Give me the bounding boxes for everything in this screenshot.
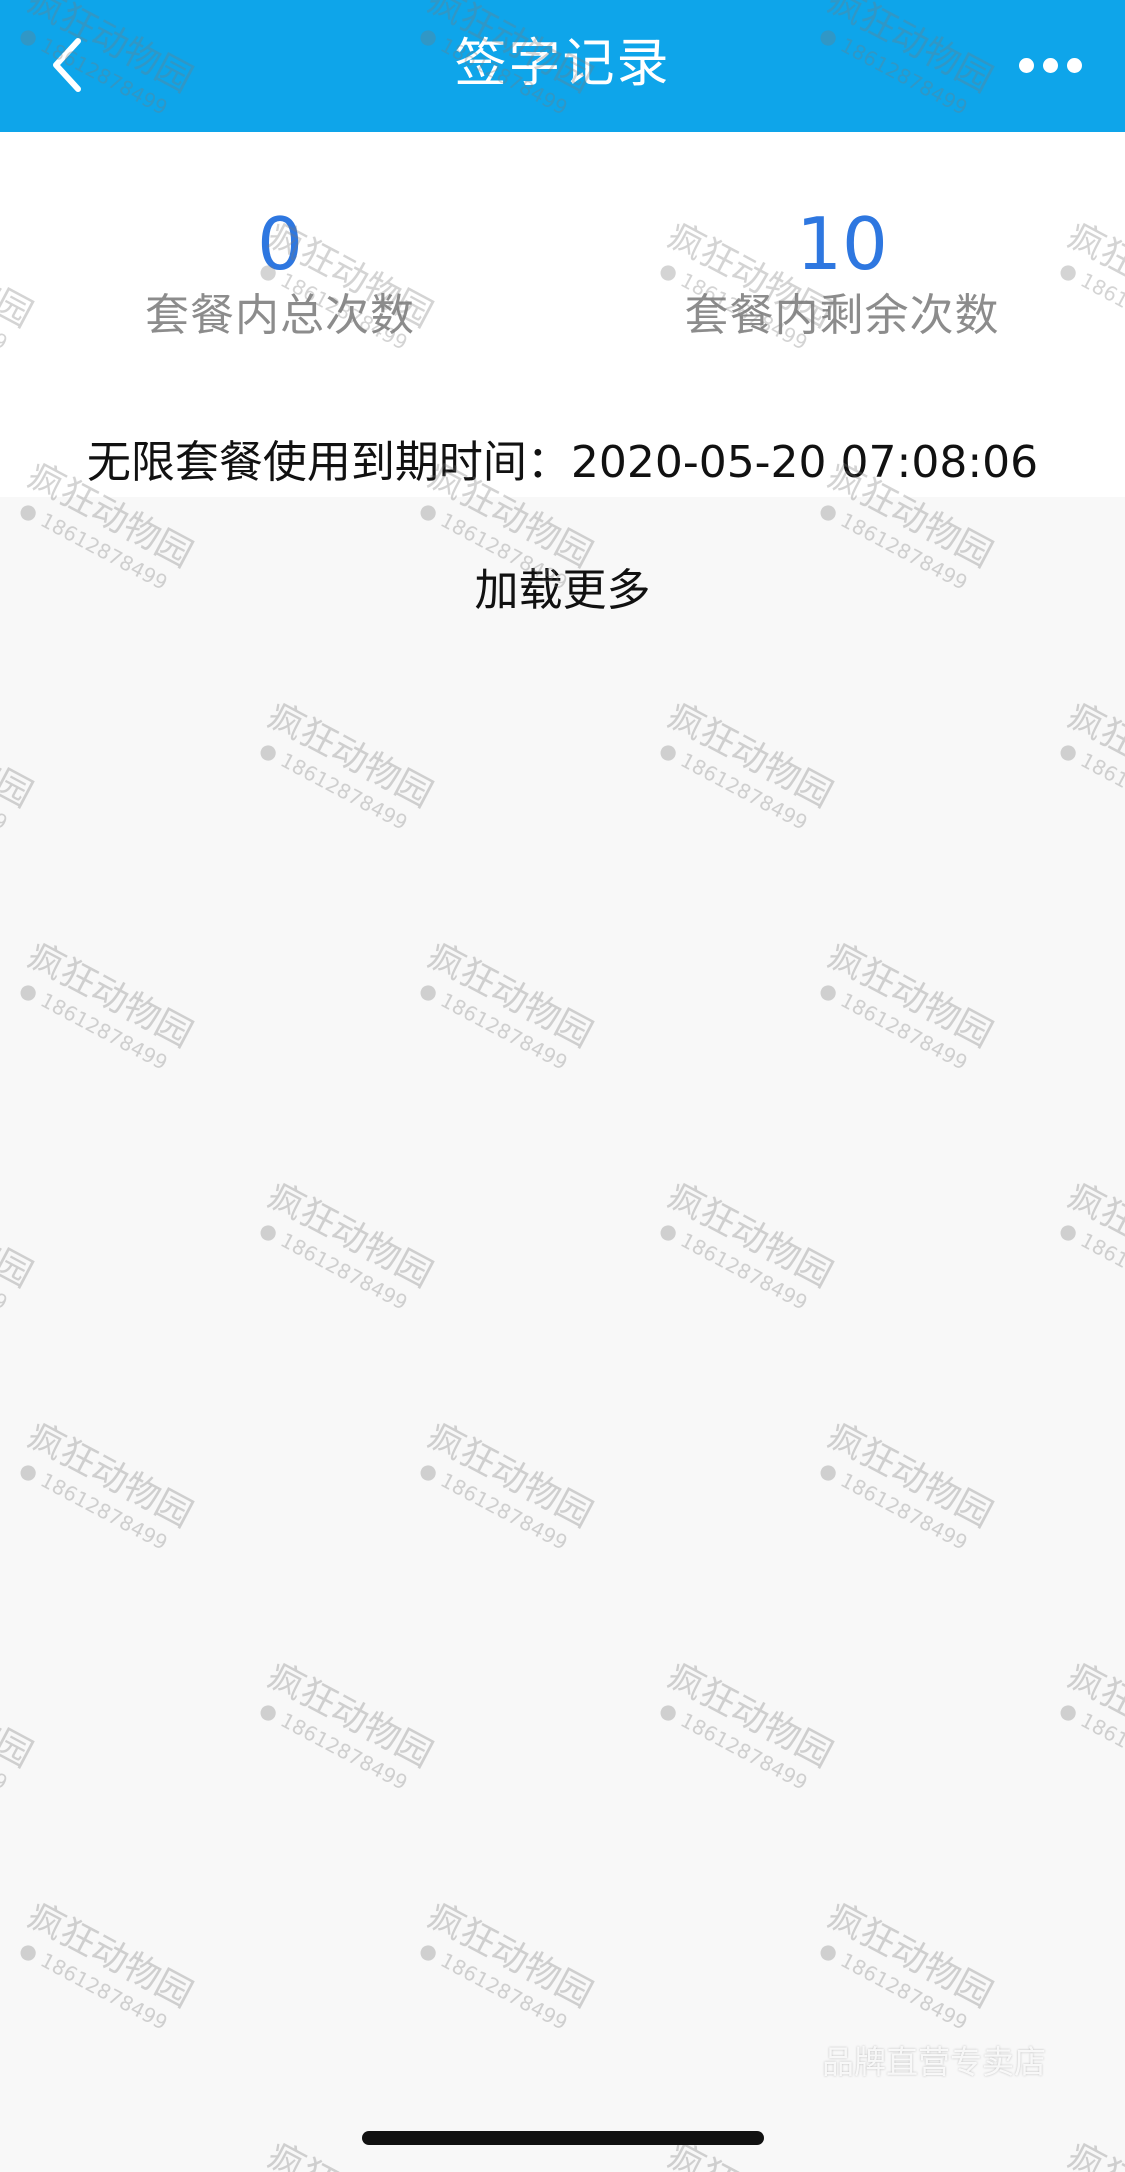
more-dot	[1066, 57, 1082, 73]
home-indicator[interactable]	[362, 2131, 764, 2145]
watermark: 疯狂动物园● 18612878499	[1048, 2135, 1125, 2172]
watermark: 疯狂动物园● 18612878499	[415, 1415, 599, 1555]
watermark: 疯狂动物园● 18612878499	[0, 695, 39, 835]
total-count-label: 套餐内总次数	[145, 290, 415, 341]
more-button[interactable]	[1005, 40, 1095, 90]
expiry-text: 无限套餐使用到期时间：2020-05-20 07:08:06	[86, 437, 1039, 488]
watermark: 疯狂动物园● 18612878499	[1055, 1655, 1125, 1795]
watermark: 疯狂动物园● 18612878499	[255, 695, 439, 835]
total-count-value: 0	[257, 202, 303, 286]
watermark: 疯狂动物园● 18612878499	[815, 935, 999, 1075]
more-dots-icon	[1018, 57, 1034, 73]
more-dot	[1042, 57, 1058, 73]
total-count-stat: 0 套餐内总次数	[70, 202, 490, 346]
watermark: 疯狂动物园● 18612878499	[815, 1895, 999, 2035]
page-title: 签字记录	[454, 34, 671, 94]
watermark: 疯狂动物园● 18612878499	[255, 1655, 439, 1795]
watermark: 疯狂动物园● 18612878499	[1055, 695, 1125, 835]
watermark: 疯狂动物园● 18612878499	[0, 1175, 39, 1315]
watermark: 疯狂动物园● 18612878499	[655, 1655, 839, 1795]
remaining-count-label: 套餐内剩余次数	[684, 290, 1000, 341]
watermark: 疯狂动物园● 18612878499	[655, 1175, 839, 1315]
watermark: 疯狂动物园● 18612878499	[255, 1175, 439, 1315]
watermark: 疯狂动物园● 18612878499	[655, 695, 839, 835]
watermark: 疯狂动物园● 18612878499	[15, 1895, 199, 2035]
watermark: 疯狂动物园● 18612878499	[415, 1895, 599, 2035]
remaining-count-value: 10	[796, 202, 888, 286]
watermark: 疯狂动物园● 18612878499	[15, 935, 199, 1075]
watermark: 疯狂动物园● 18612878499	[415, 935, 599, 1075]
remaining-count-stat: 10 套餐内剩余次数	[632, 202, 1052, 346]
store-badge: 品牌直营专卖店	[822, 2043, 1047, 2081]
watermark: 疯狂动物园● 18612878499	[1055, 1175, 1125, 1315]
nav-bar: 签字记录	[0, 0, 1125, 132]
watermark: 疯狂动物园● 18612878499	[0, 1655, 39, 1795]
watermark: 疯狂动物园● 18612878499	[815, 1415, 999, 1555]
load-more-button[interactable]: 加载更多	[0, 558, 1125, 624]
watermark: 疯狂动物园● 18612878499	[15, 1415, 199, 1555]
